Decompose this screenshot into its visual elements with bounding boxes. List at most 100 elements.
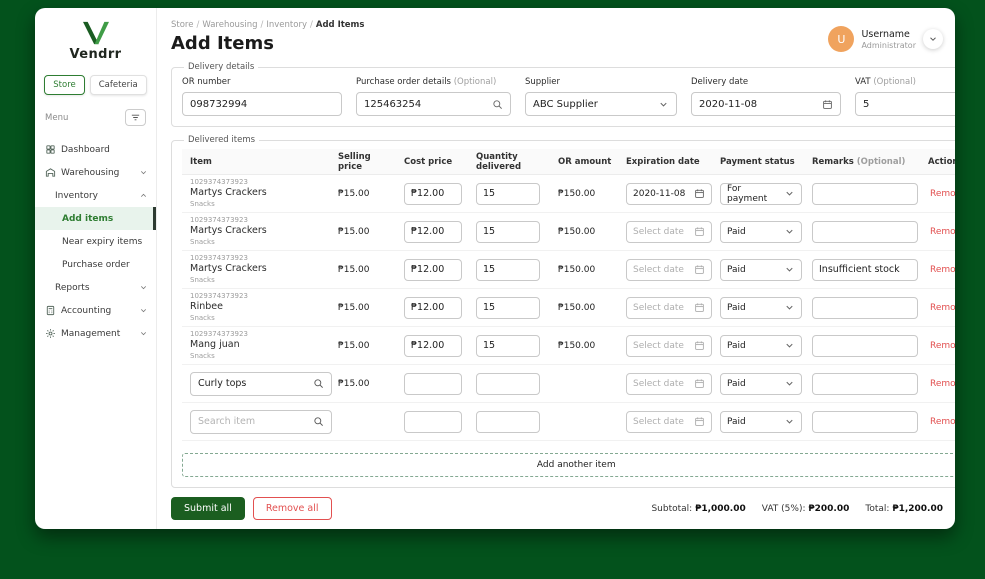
expiration-date-picker[interactable]: Select date: [626, 410, 712, 433]
expiration-date-picker[interactable]: Select date: [626, 220, 712, 243]
remarks-input[interactable]: [812, 220, 918, 243]
quantity-input[interactable]: [476, 296, 540, 319]
item-info: 1029374373923 Martys Crackers Snacks: [182, 254, 332, 285]
sidebar-item-inventory[interactable]: Inventory: [35, 184, 156, 207]
remarks-input[interactable]: [812, 182, 918, 205]
sidebar-item-reports[interactable]: Reports: [35, 276, 156, 299]
remove-item-button[interactable]: Remove: [928, 379, 955, 389]
payment-status-select[interactable]: Paid: [720, 220, 802, 243]
main-content: Store / Warehousing / Inventory / Add Items Ad…: [157, 8, 955, 529]
delivery-date-field: Delivery date 2020-11-08: [691, 77, 841, 116]
sidebar-item-management[interactable]: Management: [35, 322, 156, 345]
sidebar-item-label: Purchase order: [62, 259, 130, 270]
quantity-input[interactable]: [476, 372, 540, 395]
tab-cafeteria[interactable]: Cafeteria: [89, 75, 147, 95]
remove-item-button[interactable]: Remove: [928, 265, 955, 275]
vat-input[interactable]: [863, 98, 955, 110]
breadcrumb-item[interactable]: Warehousing: [202, 20, 257, 30]
cost-price-input[interactable]: [404, 182, 462, 205]
po-details-input[interactable]: [364, 98, 487, 110]
quantity-input[interactable]: [476, 182, 540, 205]
field-label: Purchase order details (Optional): [356, 77, 497, 87]
item-search-input[interactable]: [198, 378, 309, 389]
or-amount: ₱150.00: [558, 226, 596, 237]
or-number-box: [182, 92, 342, 116]
remove-item-button[interactable]: Remove: [928, 341, 955, 351]
sidebar-item-near-expiry-items[interactable]: Near expiry items: [35, 230, 156, 253]
item-search-input[interactable]: [198, 416, 309, 427]
cost-price-input[interactable]: [404, 258, 462, 281]
selling-price: ₱15.00: [338, 264, 370, 275]
selling-price: ₱15.00: [338, 340, 370, 351]
cost-price-input[interactable]: [404, 372, 462, 395]
quantity-input[interactable]: [476, 220, 540, 243]
vat-field: VAT (Optional): [855, 77, 955, 116]
sidebar-item-purchase-order[interactable]: Purchase order: [35, 253, 156, 276]
vat-total: VAT (5%): ₱200.00: [761, 503, 850, 514]
payment-status-select[interactable]: Paid: [720, 334, 802, 357]
sidebar-item-add-items[interactable]: Add items: [35, 207, 156, 230]
remarks-input[interactable]: [812, 410, 918, 433]
remove-item-button[interactable]: Remove: [928, 303, 955, 313]
chevron-down-icon: [784, 340, 795, 351]
breadcrumb-item[interactable]: Inventory: [266, 20, 307, 30]
column-header: Quantity delivered: [476, 151, 522, 172]
calendar-icon: [694, 302, 705, 313]
quantity-input[interactable]: [476, 334, 540, 357]
cost-price-input[interactable]: [404, 334, 462, 357]
sidebar-item-label: Dashboard: [61, 144, 110, 155]
po-details-box: [356, 92, 511, 116]
remove-item-button[interactable]: Remove: [928, 417, 955, 427]
sidebar-item-dashboard[interactable]: Dashboard: [35, 138, 156, 161]
sidebar-item-accounting[interactable]: Accounting: [35, 299, 156, 322]
quantity-input[interactable]: [476, 410, 540, 433]
cost-price-input[interactable]: [404, 220, 462, 243]
remarks-input[interactable]: [812, 296, 918, 319]
remove-item-button[interactable]: Remove: [928, 189, 955, 199]
payment-status-select[interactable]: Paid: [720, 410, 802, 433]
tab-store[interactable]: Store: [44, 75, 85, 95]
expiration-date-picker[interactable]: Select date: [626, 334, 712, 357]
remarks-input[interactable]: [812, 372, 918, 395]
item-row: 1029374373923 Martys Crackers Snacks ₱15.00…: [182, 251, 955, 289]
expiration-date-picker[interactable]: Select date: [626, 296, 712, 319]
sidebar-item-label: Warehousing: [61, 167, 120, 178]
submit-all-button[interactable]: Submit all: [171, 497, 245, 520]
cost-price-input[interactable]: [404, 410, 462, 433]
quantity-input[interactable]: [476, 258, 540, 281]
item-row: 1029374373923RinbeeSnacks ₱15.00 ₱150.00 Se…: [182, 289, 955, 327]
expiration-date-picker[interactable]: Select date: [626, 258, 712, 281]
remarks-input[interactable]: [812, 334, 918, 357]
expiration-date-picker[interactable]: 2020-11-08: [626, 182, 712, 205]
column-header: Payment status: [720, 156, 795, 167]
calendar-icon: [694, 416, 705, 427]
or-amount: ₱150.00: [558, 340, 596, 351]
remove-all-button[interactable]: Remove all: [252, 497, 332, 520]
user-menu-button[interactable]: [923, 29, 943, 49]
payment-status-select[interactable]: Paid: [720, 372, 802, 395]
chevron-down-icon: [139, 283, 148, 292]
search-icon: [313, 378, 324, 389]
delivery-date-picker[interactable]: 2020-11-08: [691, 92, 841, 116]
menu-collapse-button[interactable]: [125, 109, 146, 126]
expiration-date-picker[interactable]: Select date: [626, 372, 712, 395]
chevron-down-icon: [658, 99, 669, 110]
filter-icon: [130, 112, 141, 123]
add-another-item-button[interactable]: Add another item: [182, 453, 955, 477]
remove-item-button[interactable]: Remove: [928, 227, 955, 237]
cost-price-input[interactable]: [404, 296, 462, 319]
item-name: Rinbee: [190, 301, 223, 313]
payment-status-select[interactable]: For payment: [720, 182, 802, 205]
remarks-input[interactable]: [812, 258, 918, 281]
item-sku: 1029374373923: [190, 215, 248, 224]
breadcrumb-item[interactable]: Store: [171, 20, 193, 30]
or-number-input[interactable]: [190, 98, 334, 110]
calendar-icon: [694, 226, 705, 237]
column-header: Selling price: [338, 151, 371, 172]
item-info: 1029374373923 Martys Crackers Snacks: [182, 178, 332, 209]
supplier-select[interactable]: ABC Supplier: [525, 92, 677, 116]
breadcrumb-separator: /: [196, 20, 200, 30]
payment-status-select[interactable]: Paid: [720, 296, 802, 319]
sidebar-item-warehousing[interactable]: Warehousing: [35, 161, 156, 184]
payment-status-select[interactable]: Paid: [720, 258, 802, 281]
